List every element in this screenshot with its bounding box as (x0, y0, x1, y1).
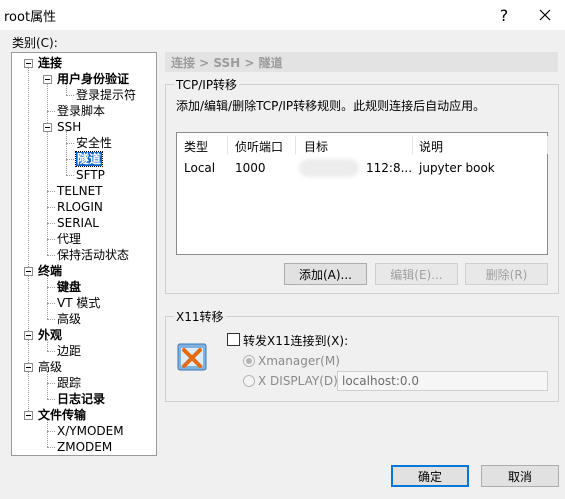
category-tree[interactable]: 连接用户身份验证登录提示符登录脚本 SSH 安全性 隧道 SFTP TELNET RLOGI… (11, 52, 157, 456)
tree-item[interactable]: 隧道 (74, 151, 104, 167)
tree-item[interactable]: 用户身份验证 (57, 71, 129, 87)
tree-item-label: 代理 (57, 232, 82, 246)
tree-item[interactable]: TELNET (57, 183, 103, 199)
ok-button[interactable]: 确定 (391, 465, 469, 487)
tree-item-label: 键盘 (57, 280, 82, 294)
tree-item[interactable]: 终端 (38, 263, 62, 279)
tree-item-label: 高级 (57, 312, 82, 326)
tree-item-label: 登录提示符 (76, 88, 137, 102)
forwarding-rules-list[interactable]: 类型 侦听端口 目标 说明 Local 1000 112:8... jupyte… (176, 132, 548, 255)
tree-item-label: SERIAL (57, 216, 99, 230)
tree-item[interactable]: 键盘 (57, 279, 81, 295)
tree-item-label: 登录脚本 (57, 104, 106, 118)
tree-item-label: 边距 (57, 344, 82, 358)
column-description[interactable]: 说明 (419, 138, 443, 155)
tree-item-label: X/YMODEM (57, 424, 124, 438)
tree-item-label: ZMODEM (57, 440, 113, 454)
tree-item-label: 文件传输 (38, 408, 87, 422)
tree-item-label: 高级 (38, 360, 63, 374)
row-target: 112:8... (366, 161, 413, 175)
collapse-icon[interactable] (24, 363, 33, 372)
tree-item-label: SFTP (76, 168, 105, 182)
tree-item-label: SSH (57, 120, 82, 134)
tree-item[interactable]: 外观 (38, 327, 62, 343)
tree-item[interactable]: 跟踪 (57, 375, 81, 391)
tree-item-label: 外观 (38, 328, 63, 342)
cancel-button[interactable]: 取消 (481, 465, 559, 487)
collapse-icon[interactable] (24, 267, 33, 276)
xdisplay-radio[interactable] (243, 375, 255, 387)
tree-item-label: 用户身份验证 (57, 72, 130, 86)
close-button[interactable] (525, 3, 565, 27)
add-button[interactable]: 添加(A)... (284, 263, 367, 285)
tree-item-label: RLOGIN (57, 200, 103, 214)
category-label: 类别(C): (12, 36, 58, 50)
page-header: 连接 > SSH > 隧道 (165, 52, 558, 72)
tree-item[interactable]: SSH (57, 119, 81, 135)
collapse-icon[interactable] (43, 123, 52, 132)
breadcrumb: 连接 > SSH > 隧道 (171, 56, 283, 70)
x11-group-title: X11转移 (174, 308, 226, 325)
tree-item-label: 安全性 (76, 136, 113, 150)
tree-item-label: 保持活动状态 (57, 248, 130, 262)
tree-item[interactable]: 代理 (57, 231, 81, 247)
tree-item-label: TELNET (57, 184, 103, 198)
forward-x11-label: 转发X11连接到(X): (243, 334, 349, 348)
xdisplay-input[interactable]: localhost:0.0 (337, 371, 548, 391)
tree-item[interactable]: 安全性 (76, 135, 112, 151)
tree-item-label: VT 模式 (57, 296, 101, 310)
xmanager-icon (176, 340, 210, 374)
redacted-target-blur (299, 159, 359, 177)
tree-item-label: 终端 (38, 264, 63, 278)
tree-item[interactable]: RLOGIN (57, 199, 103, 215)
row-description: jupyter book (419, 161, 495, 175)
collapse-icon[interactable] (24, 331, 33, 340)
tree-item[interactable]: 边距 (57, 343, 81, 359)
tree-item[interactable]: 连接 (38, 55, 62, 71)
tree-item[interactable]: 文件传输 (38, 407, 86, 423)
collapse-icon[interactable] (24, 411, 33, 420)
collapse-icon[interactable] (24, 59, 33, 68)
tree-item[interactable]: SFTP (76, 167, 105, 183)
tree-item[interactable]: 高级 (57, 311, 81, 327)
close-icon (539, 9, 551, 21)
delete-button[interactable]: 删除(R) (465, 263, 548, 285)
tree-item[interactable]: 日志记录 (57, 391, 105, 407)
title-bar: root属性 ? (0, 0, 565, 30)
window-title: root属性 (4, 10, 57, 25)
tree-item[interactable]: 高级 (38, 359, 62, 375)
tree-item[interactable]: 登录提示符 (76, 87, 136, 103)
xdisplay-radio-label: X DISPLAY(D): (258, 374, 342, 388)
tree-item[interactable]: SERIAL (57, 215, 99, 231)
tree-item[interactable]: 登录脚本 (57, 103, 105, 119)
row-type: Local (184, 161, 216, 175)
tree-item-label: 日志记录 (57, 392, 106, 406)
xmanager-radio-label: Xmanager(M) (258, 354, 340, 368)
tree-item[interactable]: 保持活动状态 (57, 247, 129, 263)
tree-item[interactable]: VT 模式 (57, 295, 100, 311)
column-port[interactable]: 侦听端口 (235, 138, 283, 155)
column-type[interactable]: 类型 (184, 138, 208, 155)
row-port: 1000 (235, 161, 266, 175)
edit-button[interactable]: 编辑(E)... (375, 263, 458, 285)
tcpip-group-title: TCP/IP转移 (174, 76, 240, 93)
help-button[interactable]: ? (484, 3, 524, 27)
column-target[interactable]: 目标 (304, 138, 328, 155)
tree-item-label: 跟踪 (57, 376, 82, 390)
xmanager-radio[interactable] (243, 355, 255, 367)
tree-item[interactable]: X/YMODEM (57, 423, 124, 439)
tree-item-label: 连接 (38, 56, 63, 70)
tree-item-label: 隧道 (74, 151, 104, 167)
tcpip-description: 添加/编辑/删除TCP/IP转移规则。此规则连接后自动应用。 (176, 99, 486, 113)
forward-x11-checkbox[interactable] (227, 333, 240, 346)
tree-item[interactable]: ZMODEM (57, 439, 112, 455)
collapse-icon[interactable] (43, 75, 52, 84)
